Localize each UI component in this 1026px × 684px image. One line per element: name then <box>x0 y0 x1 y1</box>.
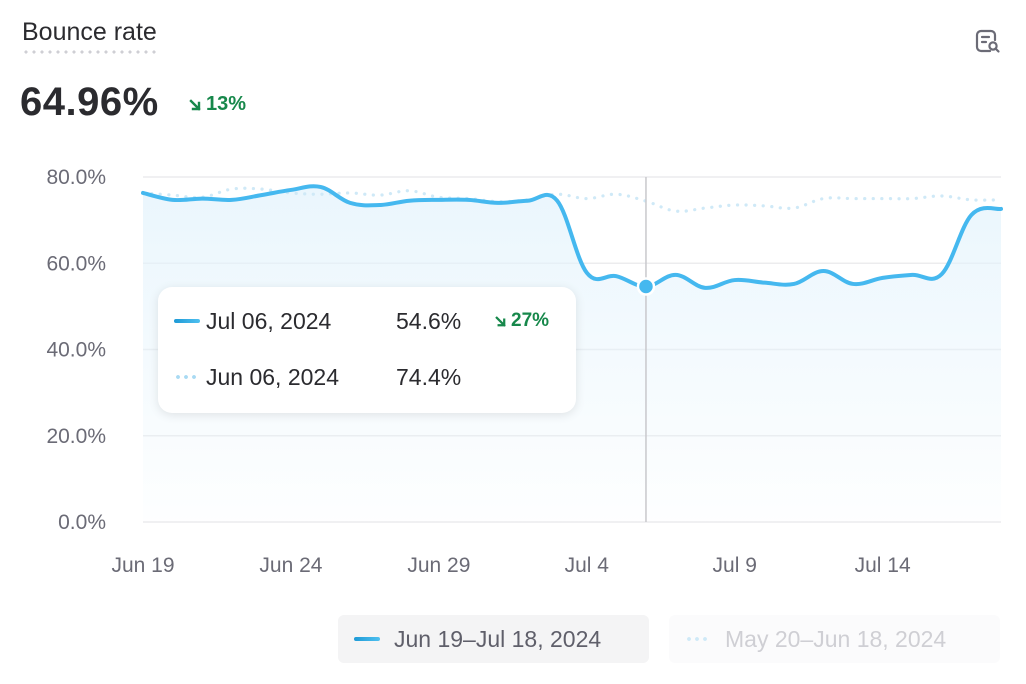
x-tick-label: Jun 19 <box>111 554 174 577</box>
y-tick-label: 0.0% <box>58 511 106 534</box>
tooltip-value: 54.6% <box>396 307 462 334</box>
tooltip-delta: 27% <box>494 310 549 332</box>
solid-line-swatch-icon <box>354 637 380 641</box>
y-tick-label: 20.0% <box>46 425 106 448</box>
legend-item-previous-period[interactable]: May 20–Jun 18, 2024 <box>669 615 1000 663</box>
x-tick-label: Jun 29 <box>407 554 470 577</box>
dotted-line-swatch-icon <box>685 637 711 641</box>
x-tick-label: Jul 9 <box>713 554 757 577</box>
y-tick-label: 80.0% <box>46 166 106 189</box>
tooltip-delta-text: 27% <box>511 310 550 331</box>
legend-label: Jun 19–Jul 18, 2024 <box>394 625 602 652</box>
hover-point <box>636 277 656 296</box>
legend-label: May 20–Jun 18, 2024 <box>725 625 947 652</box>
arrow-down-right-icon <box>495 315 506 327</box>
chart-tooltip: Jul 06, 2024 54.6% 27% Jun 06, 2024 74.4… <box>158 287 576 413</box>
dotted-line-swatch-icon <box>174 375 200 379</box>
y-tick-label: 60.0% <box>46 252 106 275</box>
solid-line-swatch-icon <box>174 319 200 323</box>
tooltip-row-current: Jul 06, 2024 54.6% 27% <box>174 306 549 336</box>
y-tick-label: 40.0% <box>46 339 106 362</box>
tooltip-date: Jun 06, 2024 <box>206 363 340 390</box>
x-tick-label: Jul 14 <box>855 554 911 577</box>
tooltip-date: Jul 06, 2024 <box>206 307 332 334</box>
x-tick-label: Jun 24 <box>259 554 322 577</box>
x-tick-label: Jul 4 <box>565 554 610 577</box>
tooltip-row-previous: Jun 06, 2024 74.4% <box>174 362 494 392</box>
tooltip-value: 74.4% <box>396 363 462 390</box>
legend-item-current-period[interactable]: Jun 19–Jul 18, 2024 <box>338 615 649 663</box>
